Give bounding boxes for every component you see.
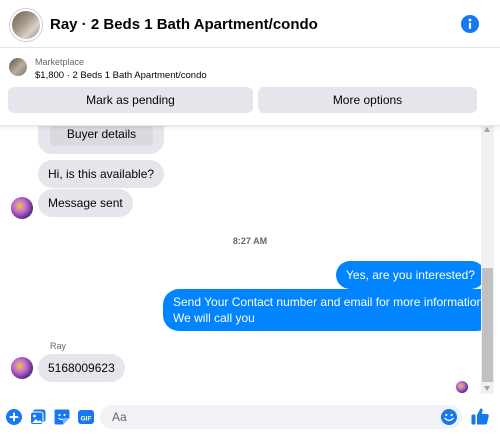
- info-icon[interactable]: [461, 15, 479, 33]
- sender-avatar[interactable]: [11, 357, 33, 379]
- marketplace-label: Marketplace: [35, 57, 85, 67]
- message-line: We will call you: [173, 311, 255, 325]
- read-receipt-avatar: [456, 381, 468, 393]
- scrollbar-thumb[interactable]: [482, 268, 493, 382]
- message-line: Send Your Contact number and email for m…: [173, 295, 484, 309]
- more-options-button[interactable]: More options: [258, 87, 477, 113]
- sender-avatar[interactable]: [11, 197, 33, 219]
- message-bubble-incoming: Message sent: [38, 189, 133, 217]
- sticker-icon[interactable]: [53, 408, 71, 426]
- marketplace-panel: Marketplace $1,800 · 2 Beds 1 Bath Apart…: [0, 49, 500, 126]
- chat-title[interactable]: Ray · 2 Beds 1 Bath Apartment/condo: [50, 16, 318, 33]
- listing-detail[interactable]: $1,800 · 2 Beds 1 Bath Apartment/condo: [35, 70, 207, 81]
- message-bubble-incoming: 5168009623: [38, 354, 125, 382]
- scroll-down-arrow[interactable]: [484, 386, 490, 391]
- sender-name: Ray: [50, 341, 67, 351]
- plus-icon[interactable]: [5, 408, 23, 426]
- listing-avatar[interactable]: [10, 9, 42, 41]
- message-bubble-incoming: Hi, is this available?: [38, 160, 165, 188]
- svg-text:GIF: GIF: [81, 415, 92, 422]
- gif-icon[interactable]: GIF: [77, 408, 95, 426]
- image-icon[interactable]: [29, 408, 47, 426]
- listing-thumbnail[interactable]: [9, 58, 27, 76]
- message-timestamp: 8:27 AM: [232, 236, 268, 246]
- emoji-icon[interactable]: [440, 408, 458, 426]
- message-input-placeholder: Aa: [112, 410, 127, 424]
- message-bubble-outgoing: Send Your Contact number and email for m…: [163, 289, 494, 331]
- message-bubble-outgoing: Yes, are you interested?: [336, 261, 485, 289]
- thumbs-up-icon[interactable]: [470, 406, 490, 426]
- chat-header: Ray · 2 Beds 1 Bath Apartment/condo: [0, 0, 500, 48]
- scroll-up-arrow[interactable]: [484, 127, 490, 132]
- message-input[interactable]: [100, 405, 462, 429]
- mark-as-pending-button[interactable]: Mark as pending: [8, 87, 253, 113]
